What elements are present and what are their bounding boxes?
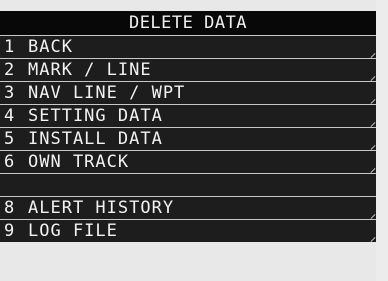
menu-item-setting-data[interactable]: 4 SETTING DATA — [0, 104, 376, 127]
menu-item-back[interactable]: 1 BACK — [0, 35, 376, 58]
menu-item-empty — [0, 173, 376, 196]
menu-item-number: 6 — [4, 152, 15, 172]
menu-item-label: SETTING DATA — [28, 106, 163, 126]
menu-item-label: NAV LINE / WPT — [28, 83, 186, 103]
menu-item-install-data[interactable]: 5 INSTALL DATA — [0, 127, 376, 150]
menu-item-label: BACK — [28, 37, 73, 57]
menu-item-label: INSTALL DATA — [28, 129, 163, 149]
panel-right-edge — [376, 0, 388, 281]
menu-item-mark-line[interactable]: 2 MARK / LINE — [0, 58, 376, 81]
menu-item-number: 5 — [4, 129, 15, 149]
menu-title: DELETE DATA — [0, 11, 376, 35]
menu-item-number: 3 — [4, 83, 15, 103]
menu-item-log-file[interactable]: 9 LOG FILE — [0, 219, 376, 242]
menu-item-nav-line-wpt[interactable]: 3 NAV LINE / WPT — [0, 81, 376, 104]
menu-item-number: 2 — [4, 60, 15, 80]
menu-item-label: ALERT HISTORY — [28, 198, 175, 218]
menu-item-number: 9 — [4, 221, 15, 241]
menu-item-alert-history[interactable]: 8 ALERT HISTORY — [0, 196, 376, 219]
menu-list: 1 BACK 2 MARK / LINE 3 NAV LINE / WPT 4 SETT… — [0, 35, 376, 242]
menu-item-label: MARK / LINE — [28, 60, 152, 80]
menu-item-number: 4 — [4, 106, 15, 126]
corner-mark-icon — [370, 237, 376, 242]
menu-item-label: OWN TRACK — [28, 152, 130, 172]
menu-item-own-track[interactable]: 6 OWN TRACK — [0, 150, 376, 173]
menu-item-label: LOG FILE — [28, 221, 118, 241]
delete-data-menu-panel: DELETE DATA 1 BACK 2 MARK / LINE 3 NAV LINE… — [0, 0, 388, 281]
menu-item-number: 8 — [4, 198, 15, 218]
menu-item-number: 1 — [4, 37, 15, 57]
